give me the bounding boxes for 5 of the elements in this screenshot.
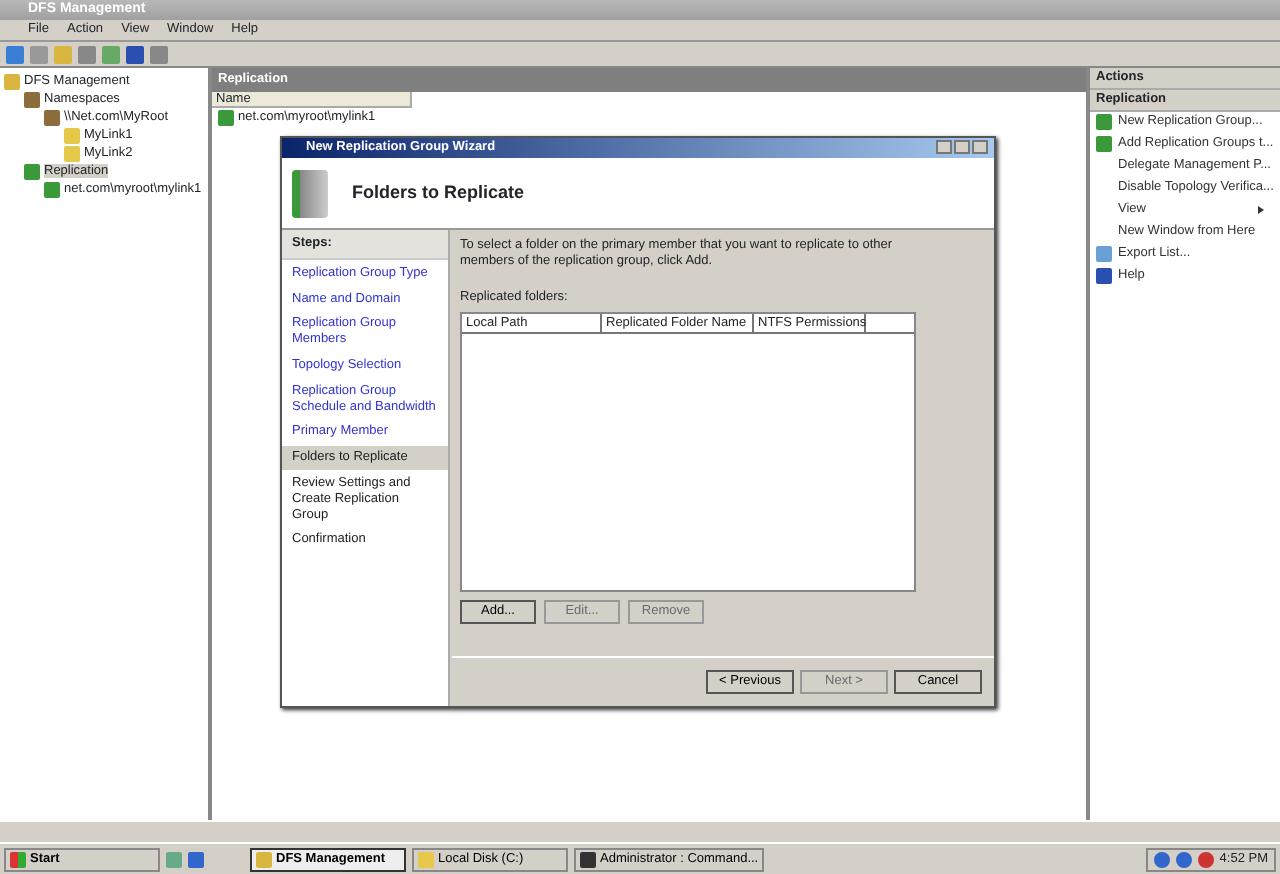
close-button[interactable] [972, 140, 988, 154]
minimize-button[interactable] [936, 140, 952, 154]
submenu-arrow-icon [1258, 206, 1264, 215]
wizard-heading: Folders to Replicate [352, 182, 525, 204]
maximize-button[interactable] [954, 140, 970, 154]
